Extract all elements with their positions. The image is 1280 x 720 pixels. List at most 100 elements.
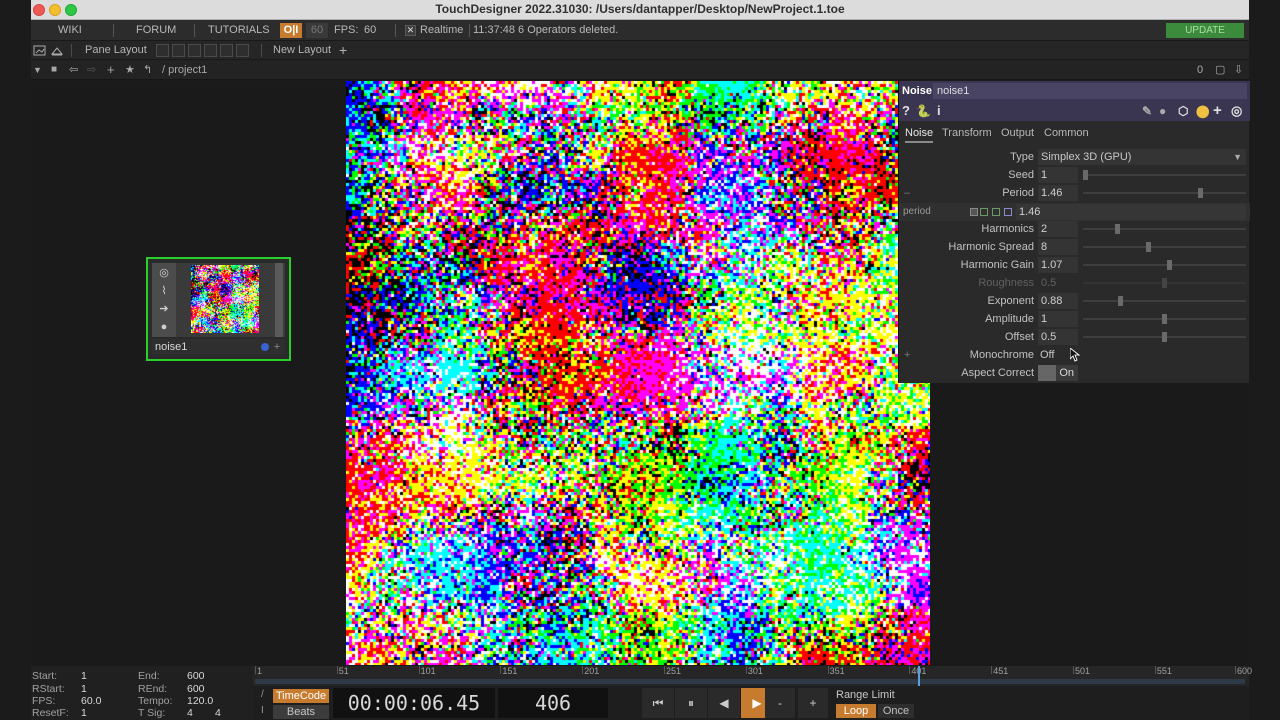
back-icon[interactable]: ⇦: [69, 60, 78, 80]
target-icon[interactable]: ◎: [1231, 101, 1242, 121]
harmonic-gain-slider-track[interactable]: [1083, 264, 1246, 266]
pause-icon[interactable]: ⏸: [675, 688, 707, 718]
op-indicator-button[interactable]: O|I: [280, 23, 302, 38]
add-param-icon[interactable]: +: [1213, 101, 1222, 121]
minimize-window-button[interactable]: [49, 4, 61, 16]
layout-split-h-button[interactable]: [188, 44, 201, 57]
python-help-icon[interactable]: 🐍: [916, 101, 931, 121]
star-icon[interactable]: ★: [125, 60, 135, 80]
tutorials-link[interactable]: TUTORIALS: [208, 20, 270, 41]
download-icon[interactable]: ⇩: [1234, 60, 1243, 80]
harmonics-slider-track[interactable]: [1083, 228, 1246, 230]
seed-slider-handle[interactable]: [1083, 170, 1088, 180]
update-button[interactable]: UPDATE: [1166, 23, 1244, 38]
forum-link[interactable]: FORUM: [136, 20, 176, 41]
tab-output[interactable]: Output: [1001, 123, 1034, 143]
zoom-window-button[interactable]: [65, 4, 77, 16]
home-icon[interactable]: [50, 41, 64, 60]
layout-three-button[interactable]: [204, 44, 217, 57]
exponent-field[interactable]: 0.88: [1038, 293, 1078, 309]
end-value[interactable]: 600: [187, 670, 205, 682]
fps-value[interactable]: 60.0: [81, 695, 101, 707]
stop-icon[interactable]: ■: [51, 60, 57, 80]
tsig-value-numerator[interactable]: 4: [187, 707, 193, 719]
mode-export-icon[interactable]: [992, 208, 1000, 216]
harmonics-field[interactable]: 2: [1038, 221, 1078, 237]
network-path[interactable]: / project1: [162, 60, 207, 80]
amplitude-slider-handle[interactable]: [1162, 314, 1167, 324]
play-backward-icon[interactable]: ◀: [708, 688, 740, 718]
offset-slider-handle[interactable]: [1162, 332, 1167, 342]
up-level-icon[interactable]: ↰: [143, 60, 152, 80]
period-collapse-button[interactable]: –: [904, 184, 910, 202]
harmonic-spread-field[interactable]: 8: [1038, 239, 1078, 255]
seed-slider-track[interactable]: [1083, 174, 1246, 176]
harmonic-spread-slider-handle[interactable]: [1146, 242, 1152, 252]
exponent-slider-handle[interactable]: [1117, 296, 1123, 306]
add-icon[interactable]: +: [107, 60, 115, 80]
period-slider-handle[interactable]: [1198, 188, 1204, 198]
harmonic-spread-slider-track[interactable]: [1083, 246, 1246, 248]
clone-flag-icon[interactable]: ●: [158, 321, 170, 333]
maximize-pane-icon[interactable]: ▢: [1215, 60, 1225, 80]
offset-field[interactable]: 0.5: [1038, 329, 1078, 345]
close-window-button[interactable]: [33, 4, 45, 16]
bypass-flag-icon[interactable]: ⌇: [158, 285, 170, 297]
network-editor[interactable]: ◎ ⌇ ➔ ● noise1 + Noise noise1 ? 🐍 i ✎ ● …: [31, 81, 1250, 666]
node-icon[interactable]: ⬡: [1178, 101, 1188, 121]
python-icon[interactable]: ⬤: [1196, 101, 1209, 121]
mode-constant-icon[interactable]: [970, 208, 978, 216]
tab-common[interactable]: Common: [1044, 123, 1089, 143]
period-sub-field[interactable]: 1.46: [1016, 204, 1246, 220]
node-output-connector[interactable]: [275, 263, 283, 337]
noise-node[interactable]: ◎ ⌇ ➔ ● noise1 +: [146, 257, 291, 361]
pane-icon[interactable]: [33, 41, 47, 60]
noise-viewer[interactable]: [346, 81, 930, 665]
menu-dropdown-icon[interactable]: ▼: [33, 60, 42, 80]
frame-display[interactable]: 406: [498, 688, 608, 718]
layout-grid-button[interactable]: [236, 44, 249, 57]
timecode-display[interactable]: 00:00:06.45: [333, 688, 495, 718]
node-viewer-dot[interactable]: [261, 343, 269, 351]
layout-split-v-button[interactable]: [172, 44, 185, 57]
monochrome-expand-button[interactable]: +: [904, 346, 910, 364]
rend-value[interactable]: 600: [187, 683, 205, 695]
add-layout-button[interactable]: +: [339, 41, 347, 60]
timeline-playhead[interactable]: [917, 666, 920, 686]
op-name-field[interactable]: noise1: [933, 83, 1247, 99]
beats-mode-button[interactable]: Beats: [273, 705, 329, 719]
node-expand-icon[interactable]: +: [271, 339, 283, 355]
layout-four-button[interactable]: [220, 44, 233, 57]
period-slider-track[interactable]: [1083, 192, 1246, 194]
resetf-value[interactable]: 1: [81, 707, 87, 719]
mode-expression-icon[interactable]: [980, 208, 988, 216]
start-value[interactable]: 1: [81, 670, 87, 682]
harmonics-slider-handle[interactable]: [1114, 224, 1120, 234]
harmonic-gain-field[interactable]: 1.07: [1038, 257, 1078, 273]
loop-button[interactable]: Loop: [836, 704, 876, 718]
comment-icon[interactable]: ●: [1159, 101, 1166, 121]
viewer-flag-icon[interactable]: ◎: [158, 267, 170, 279]
fps-target-box[interactable]: 60: [306, 23, 328, 38]
once-button[interactable]: Once: [878, 704, 914, 718]
forward-icon[interactable]: ⇨: [87, 60, 96, 80]
display-flag-icon[interactable]: ➔: [158, 303, 170, 315]
tab-noise[interactable]: Noise: [905, 123, 934, 143]
tsig-value-denominator[interactable]: 4: [215, 707, 221, 719]
step-back-button[interactable]: -: [765, 688, 795, 718]
amplitude-field[interactable]: 1: [1038, 311, 1078, 327]
layout-single-button[interactable]: [156, 44, 169, 57]
type-dropdown[interactable]: Simplex 3D (GPU) ▼: [1038, 149, 1246, 165]
timeline-range-track[interactable]: [255, 679, 1245, 684]
timeline-ruler[interactable]: 151101151201251301351401451501551600: [253, 666, 1252, 686]
aspect-correct-toggle[interactable]: On: [1038, 365, 1078, 381]
step-forward-button[interactable]: +: [798, 688, 828, 718]
edit-icon[interactable]: ✎: [1142, 101, 1152, 121]
harmonic-gain-slider-handle[interactable]: [1166, 260, 1172, 270]
help-icon[interactable]: ?: [902, 101, 910, 121]
exponent-slider-track[interactable]: [1083, 300, 1246, 302]
info-icon[interactable]: i: [937, 101, 941, 121]
tab-transform[interactable]: Transform: [942, 123, 992, 143]
mode-bind-icon[interactable]: [1004, 208, 1012, 216]
tempo-value[interactable]: 120.0: [187, 695, 213, 707]
